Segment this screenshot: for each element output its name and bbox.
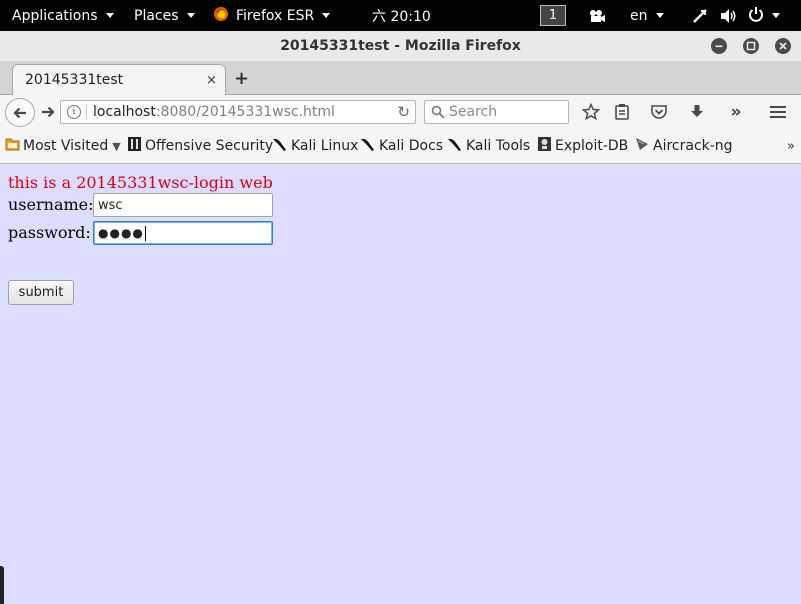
url-separator bbox=[86, 104, 87, 120]
volume-icon[interactable] bbox=[720, 0, 738, 31]
folder-icon bbox=[5, 137, 20, 155]
kali-dragon-icon bbox=[447, 136, 463, 156]
firefox-window: 20145331test - Mozilla Firefox 20145331t… bbox=[0, 31, 801, 604]
network-icon[interactable] bbox=[692, 0, 708, 31]
tab-close-icon[interactable]: × bbox=[206, 65, 217, 95]
username-label: username: bbox=[8, 195, 94, 214]
page-heading: this is a 20145331wsc-login web bbox=[8, 173, 273, 192]
back-icon bbox=[13, 107, 26, 118]
camera-icon[interactable] bbox=[588, 0, 606, 31]
forward-icon bbox=[42, 106, 55, 118]
minimize-icon bbox=[715, 45, 723, 48]
bookmark-exploit-db[interactable]: Exploit-DB bbox=[537, 129, 628, 163]
bookmarks-overflow-icon[interactable]: » bbox=[787, 129, 795, 163]
bookmark-label: Aircrack-ng bbox=[653, 138, 733, 154]
chevron-down-icon bbox=[186, 13, 195, 18]
bookmark-most-visited[interactable]: Most Visited ▼ bbox=[5, 129, 121, 163]
offensive-security-icon bbox=[127, 136, 142, 156]
new-tab-button[interactable]: + bbox=[234, 61, 249, 95]
bookmark-offensive-security[interactable]: Offensive Security bbox=[127, 129, 273, 163]
download-icon[interactable] bbox=[686, 101, 708, 123]
url-host: localhost bbox=[93, 104, 156, 120]
aircrack-icon bbox=[634, 136, 650, 156]
kali-dragon-icon bbox=[360, 136, 376, 156]
clock[interactable]: 六 20:10 bbox=[372, 0, 431, 31]
places-menu[interactable]: Places bbox=[134, 0, 195, 31]
close-icon bbox=[779, 42, 787, 50]
chevron-down-icon bbox=[655, 13, 664, 18]
search-icon bbox=[431, 105, 445, 123]
navigation-toolbar: i localhost:8080/20145331wsc.html ↻ Sear… bbox=[0, 95, 801, 129]
language-menu[interactable]: en bbox=[630, 0, 664, 31]
back-button[interactable] bbox=[5, 98, 35, 127]
language-label: en bbox=[630, 7, 648, 24]
star-icon[interactable] bbox=[580, 101, 602, 123]
maximize-button[interactable] bbox=[743, 38, 759, 54]
firefox-icon bbox=[213, 6, 229, 26]
page-content: this is a 20145331wsc-login web username… bbox=[0, 165, 801, 604]
app-menu[interactable]: Firefox ESR bbox=[213, 0, 331, 31]
password-value: ●●●● bbox=[98, 226, 144, 240]
bookmark-aircrack-ng[interactable]: Aircrack-ng bbox=[634, 129, 733, 163]
minimize-button[interactable] bbox=[711, 38, 727, 54]
chevron-down-icon bbox=[772, 13, 780, 18]
overflow-icon[interactable]: » bbox=[725, 101, 747, 123]
bookmark-label: Offensive Security bbox=[145, 138, 274, 154]
submit-button[interactable]: submit bbox=[8, 280, 74, 305]
tab-active[interactable]: 20145331test × bbox=[12, 64, 226, 96]
bookmark-kali-tools[interactable]: Kali Tools bbox=[447, 129, 530, 163]
url-path: :8080/20145331wsc.html bbox=[155, 104, 335, 120]
forward-button[interactable] bbox=[37, 101, 59, 123]
hamburger-menu-icon[interactable] bbox=[767, 101, 789, 123]
top-bar: Applications Places Firefox ESR 六 20:10 … bbox=[0, 0, 801, 31]
exploit-db-icon bbox=[537, 136, 552, 156]
power-menu[interactable] bbox=[748, 0, 780, 31]
password-input[interactable]: ●●●● bbox=[93, 221, 273, 245]
applications-menu[interactable]: Applications bbox=[12, 0, 114, 31]
username-input[interactable]: wsc bbox=[93, 193, 273, 217]
reload-icon[interactable]: ↻ bbox=[397, 101, 410, 123]
kali-dragon-icon bbox=[272, 136, 288, 156]
app-menu-label: Firefox ESR bbox=[236, 7, 315, 24]
info-icon[interactable]: i bbox=[67, 105, 81, 119]
power-icon bbox=[748, 6, 764, 26]
search-placeholder: Search bbox=[449, 104, 498, 120]
applications-label: Applications bbox=[12, 7, 98, 24]
close-window-button[interactable] bbox=[775, 38, 791, 54]
workspace-indicator[interactable]: 1 bbox=[540, 0, 566, 31]
tab-strip: 20145331test × + bbox=[0, 61, 801, 96]
chevron-down-icon bbox=[105, 13, 114, 18]
search-bar[interactable]: Search bbox=[424, 100, 569, 124]
title-bar[interactable]: 20145331test - Mozilla Firefox bbox=[0, 31, 801, 61]
pocket-icon[interactable] bbox=[648, 101, 670, 123]
maximize-icon bbox=[746, 41, 756, 51]
reading-list-icon[interactable] bbox=[611, 101, 633, 123]
password-label: password: bbox=[8, 223, 91, 242]
bookmark-label: Kali Tools bbox=[466, 138, 531, 154]
bookmark-label: Exploit-DB bbox=[555, 138, 629, 154]
chevron-down-icon bbox=[322, 13, 331, 18]
chevron-down-icon: ▼ bbox=[112, 139, 121, 153]
tab-title: 20145331test bbox=[25, 72, 124, 88]
bookmark-kali-linux[interactable]: Kali Linux bbox=[272, 129, 358, 163]
bookmarks-toolbar: Most Visited ▼ Offensive Security Kali L… bbox=[0, 129, 801, 164]
bookmark-label: Kali Docs bbox=[379, 138, 444, 154]
url-bar[interactable]: i localhost:8080/20145331wsc.html ↻ bbox=[60, 100, 416, 124]
bookmark-kali-docs[interactable]: Kali Docs bbox=[360, 129, 443, 163]
text-cursor bbox=[144, 225, 146, 241]
bookmark-label: Most Visited bbox=[23, 138, 109, 154]
url-text[interactable]: localhost:8080/20145331wsc.html bbox=[93, 101, 335, 123]
places-label: Places bbox=[134, 7, 179, 24]
window-corner bbox=[0, 566, 4, 604]
workspace-number: 1 bbox=[540, 5, 566, 26]
bookmark-label: Kali Linux bbox=[291, 138, 359, 154]
window-title: 20145331test - Mozilla Firefox bbox=[280, 38, 521, 54]
username-value: wsc bbox=[98, 197, 123, 213]
